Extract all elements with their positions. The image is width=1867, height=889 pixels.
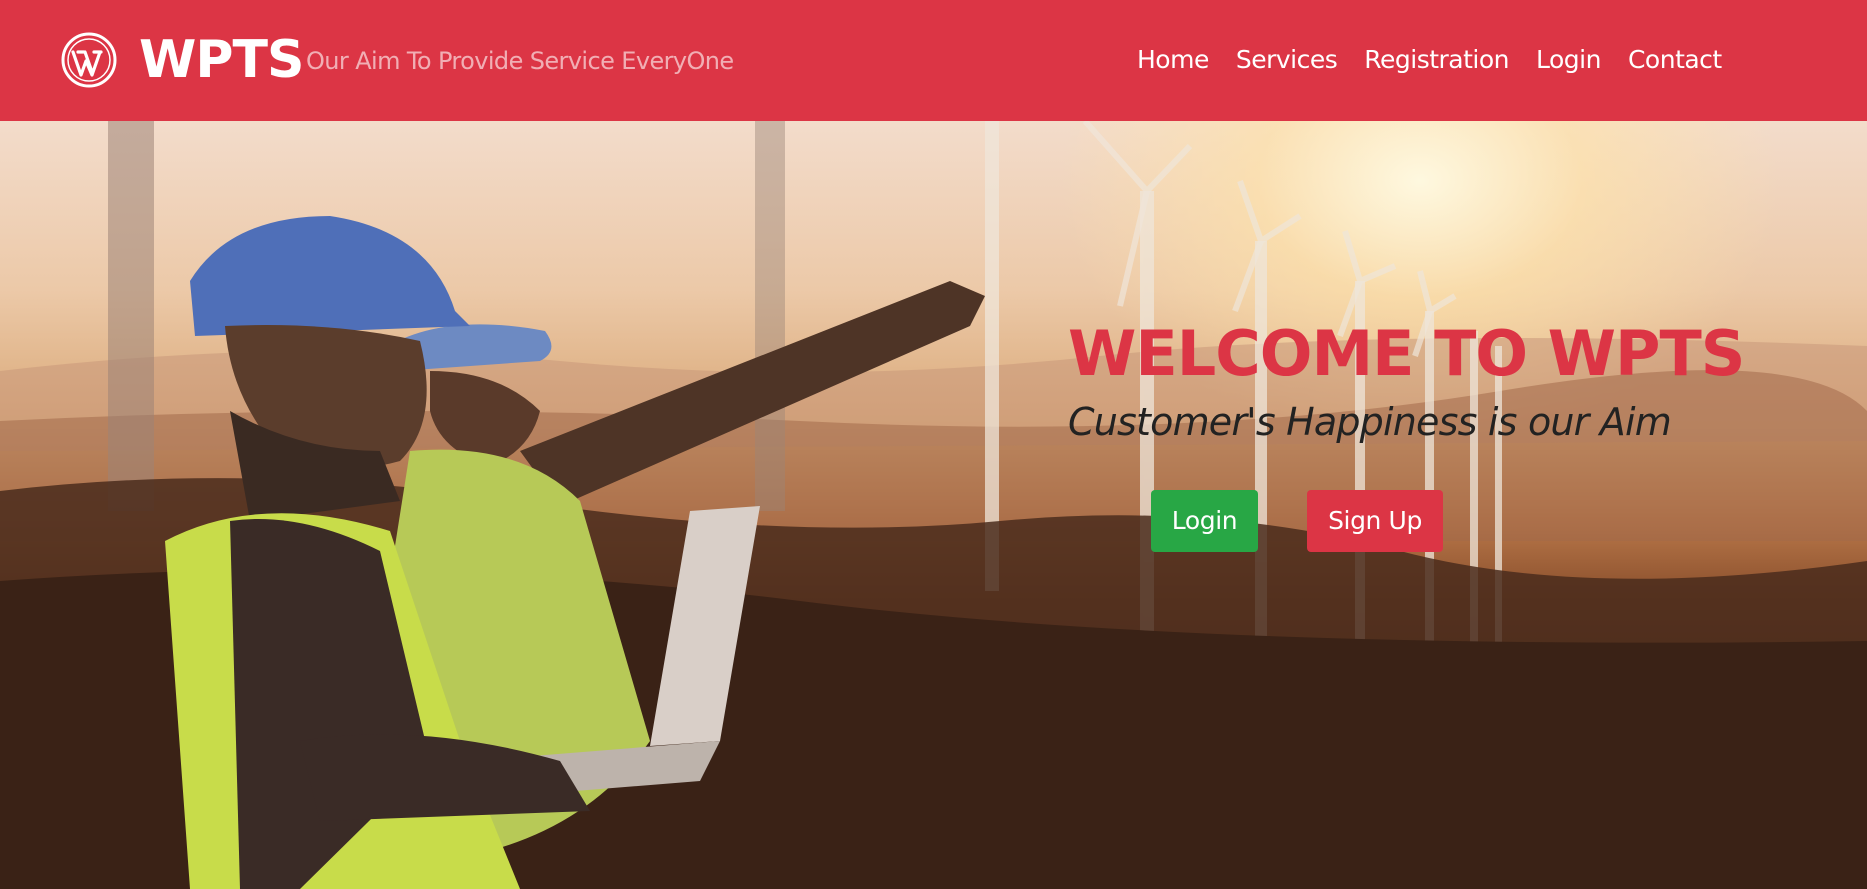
- sign-up-button[interactable]: Sign Up: [1307, 490, 1443, 552]
- wordpress-icon[interactable]: [61, 32, 117, 88]
- hero-section: WELCOME TO WPTS Customer's Happiness is …: [0, 121, 1867, 889]
- nav-link-login[interactable]: Login: [1536, 42, 1601, 78]
- navbar: WPTS Our Aim To Provide Service EveryOne…: [0, 0, 1867, 121]
- hero-title: WELCOME TO WPTS: [1068, 317, 1745, 390]
- brand-name[interactable]: WPTS: [139, 27, 304, 93]
- main-nav: Home Services Registration Login Contact: [1137, 42, 1722, 78]
- brand-tagline: Our Aim To Provide Service EveryOne: [306, 47, 734, 75]
- hero-actions: Login Sign Up: [1151, 490, 1443, 552]
- nav-link-registration[interactable]: Registration: [1364, 42, 1509, 78]
- hero-subtitle: Customer's Happiness is our Aim: [1068, 400, 1672, 444]
- nav-link-contact[interactable]: Contact: [1628, 42, 1722, 78]
- nav-link-home[interactable]: Home: [1137, 42, 1209, 78]
- hero-text-block: WELCOME TO WPTS Customer's Happiness is …: [1068, 316, 1828, 448]
- hero-background-image: [0, 121, 1867, 889]
- nav-link-services[interactable]: Services: [1236, 42, 1338, 78]
- login-button[interactable]: Login: [1151, 490, 1258, 552]
